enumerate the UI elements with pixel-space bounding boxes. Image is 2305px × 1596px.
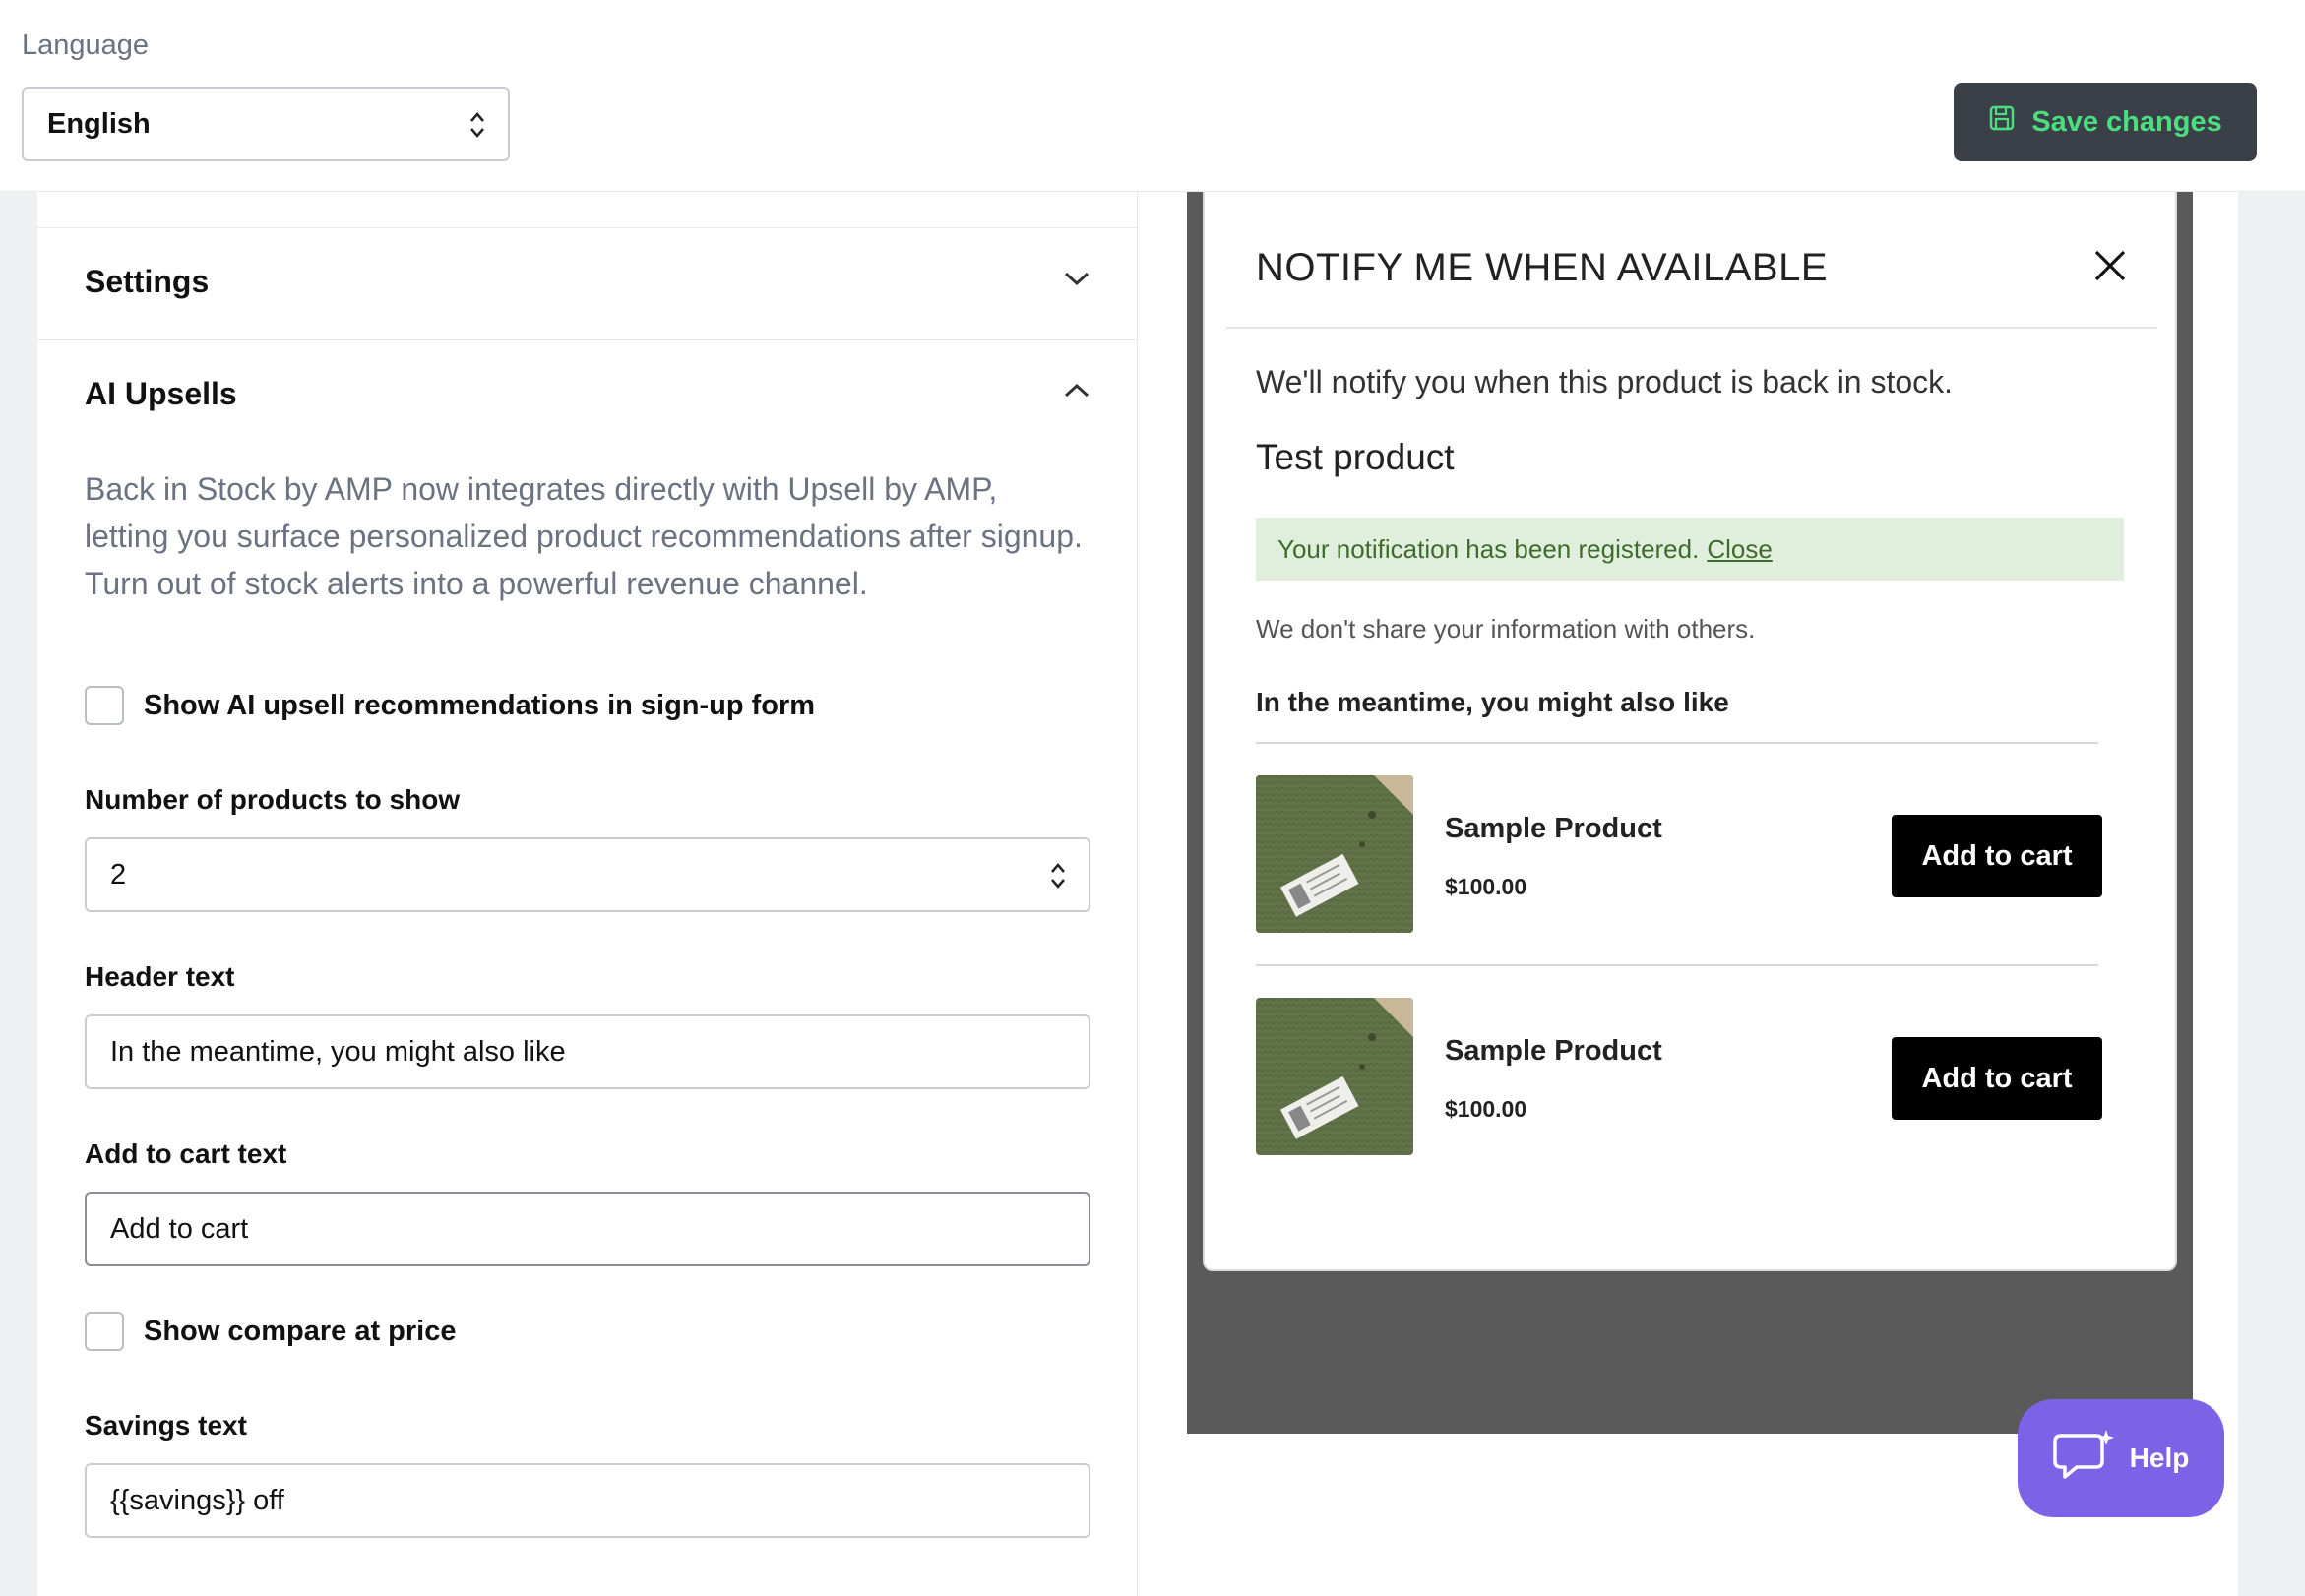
header-text-value: In the meantime, you might also like (110, 1035, 566, 1068)
modal-title: NOTIFY ME WHEN AVAILABLE (1256, 246, 1829, 289)
help-label: Help (2129, 1443, 2190, 1473)
language-label: Language (22, 30, 150, 61)
compare-price-row[interactable]: Show compare at price (85, 1312, 457, 1351)
upsell-header: In the meantime, you might also like (1256, 687, 1729, 717)
add-to-cart-button[interactable]: Add to cart (1892, 1037, 2102, 1120)
close-icon[interactable] (2092, 248, 2128, 288)
language-select-value: English (47, 107, 151, 140)
savings-text-value: {{savings}} off (110, 1484, 284, 1516)
product-image (1256, 775, 1413, 933)
save-changes-button[interactable]: Save changes (1954, 83, 2257, 161)
help-button[interactable]: Help (2018, 1399, 2224, 1517)
add-to-cart-text-label: Add to cart text (85, 1138, 287, 1169)
product-name: Sample Product (1445, 1035, 1662, 1067)
num-products-label: Number of products to show (85, 784, 461, 815)
header-text-label: Header text (85, 961, 235, 992)
ai-upsells-description: Back in Stock by AMP now integrates dire… (85, 471, 1083, 601)
add-to-cart-button[interactable]: Add to cart (1892, 815, 2102, 897)
upsell-divider (1256, 742, 2098, 744)
num-products-select[interactable]: 2 (85, 837, 1090, 912)
settings-title: Settings (85, 264, 210, 299)
success-message: Your notification has been registered. C… (1256, 518, 2124, 581)
preview-margin (1138, 192, 1187, 1434)
save-changes-label: Save changes (2031, 105, 2222, 138)
modal-message: We'll notify you when this product is ba… (1256, 364, 1954, 399)
savings-text-label: Savings text (85, 1410, 247, 1441)
add-to-cart-text-input[interactable]: Add to cart (85, 1192, 1090, 1266)
product-name: Sample Product (1445, 813, 1662, 844)
ai-upsells-title: AI Upsells (85, 376, 237, 411)
chevron-down-icon[interactable] (1063, 270, 1090, 292)
header-text-input[interactable]: In the meantime, you might also like (85, 1014, 1090, 1089)
success-text: Your notification has been registered. (1277, 533, 1700, 564)
chat-sparkle-icon (2052, 1428, 2116, 1490)
success-close-link[interactable]: Close (1707, 534, 1772, 565)
compare-price-checkbox[interactable] (85, 1312, 124, 1351)
modal-product-name: Test product (1256, 437, 1455, 477)
show-recommendations-label: Show AI upsell recommendations in sign-u… (144, 689, 816, 721)
add-to-cart-text-value: Add to cart (110, 1212, 249, 1245)
privacy-note: We don't share your information with oth… (1256, 614, 1756, 644)
num-products-value: 2 (110, 858, 127, 890)
show-recommendations-row[interactable]: Show AI upsell recommendations in sign-u… (85, 686, 815, 725)
select-arrows-icon (1049, 861, 1067, 898)
product-price: $100.00 (1445, 1096, 1527, 1122)
savings-text-input[interactable]: {{savings}} off (85, 1463, 1090, 1538)
product-price: $100.00 (1445, 874, 1527, 899)
preview-gutter (2193, 192, 2238, 1596)
top-bar: Language English Save changes (0, 0, 2305, 192)
chevron-up-icon[interactable] (1063, 382, 1090, 404)
show-recommendations-checkbox[interactable] (85, 686, 124, 725)
save-icon (1988, 104, 2016, 140)
language-select[interactable]: English (22, 87, 510, 161)
settings-accordion[interactable]: Settings (37, 227, 1137, 339)
ai-upsells-accordion[interactable]: AI Upsells (37, 339, 1137, 452)
settings-panel: Settings AI Upsells Back in Stock by AMP… (37, 192, 1138, 1596)
select-arrows-icon (468, 110, 486, 148)
notify-modal-preview: NOTIFY ME WHEN AVAILABLE We'll notify yo… (1203, 167, 2177, 1271)
compare-price-label: Show compare at price (144, 1315, 457, 1347)
modal-divider (1226, 327, 2157, 329)
product-image (1256, 998, 1413, 1155)
upsell-divider (1256, 964, 2098, 966)
